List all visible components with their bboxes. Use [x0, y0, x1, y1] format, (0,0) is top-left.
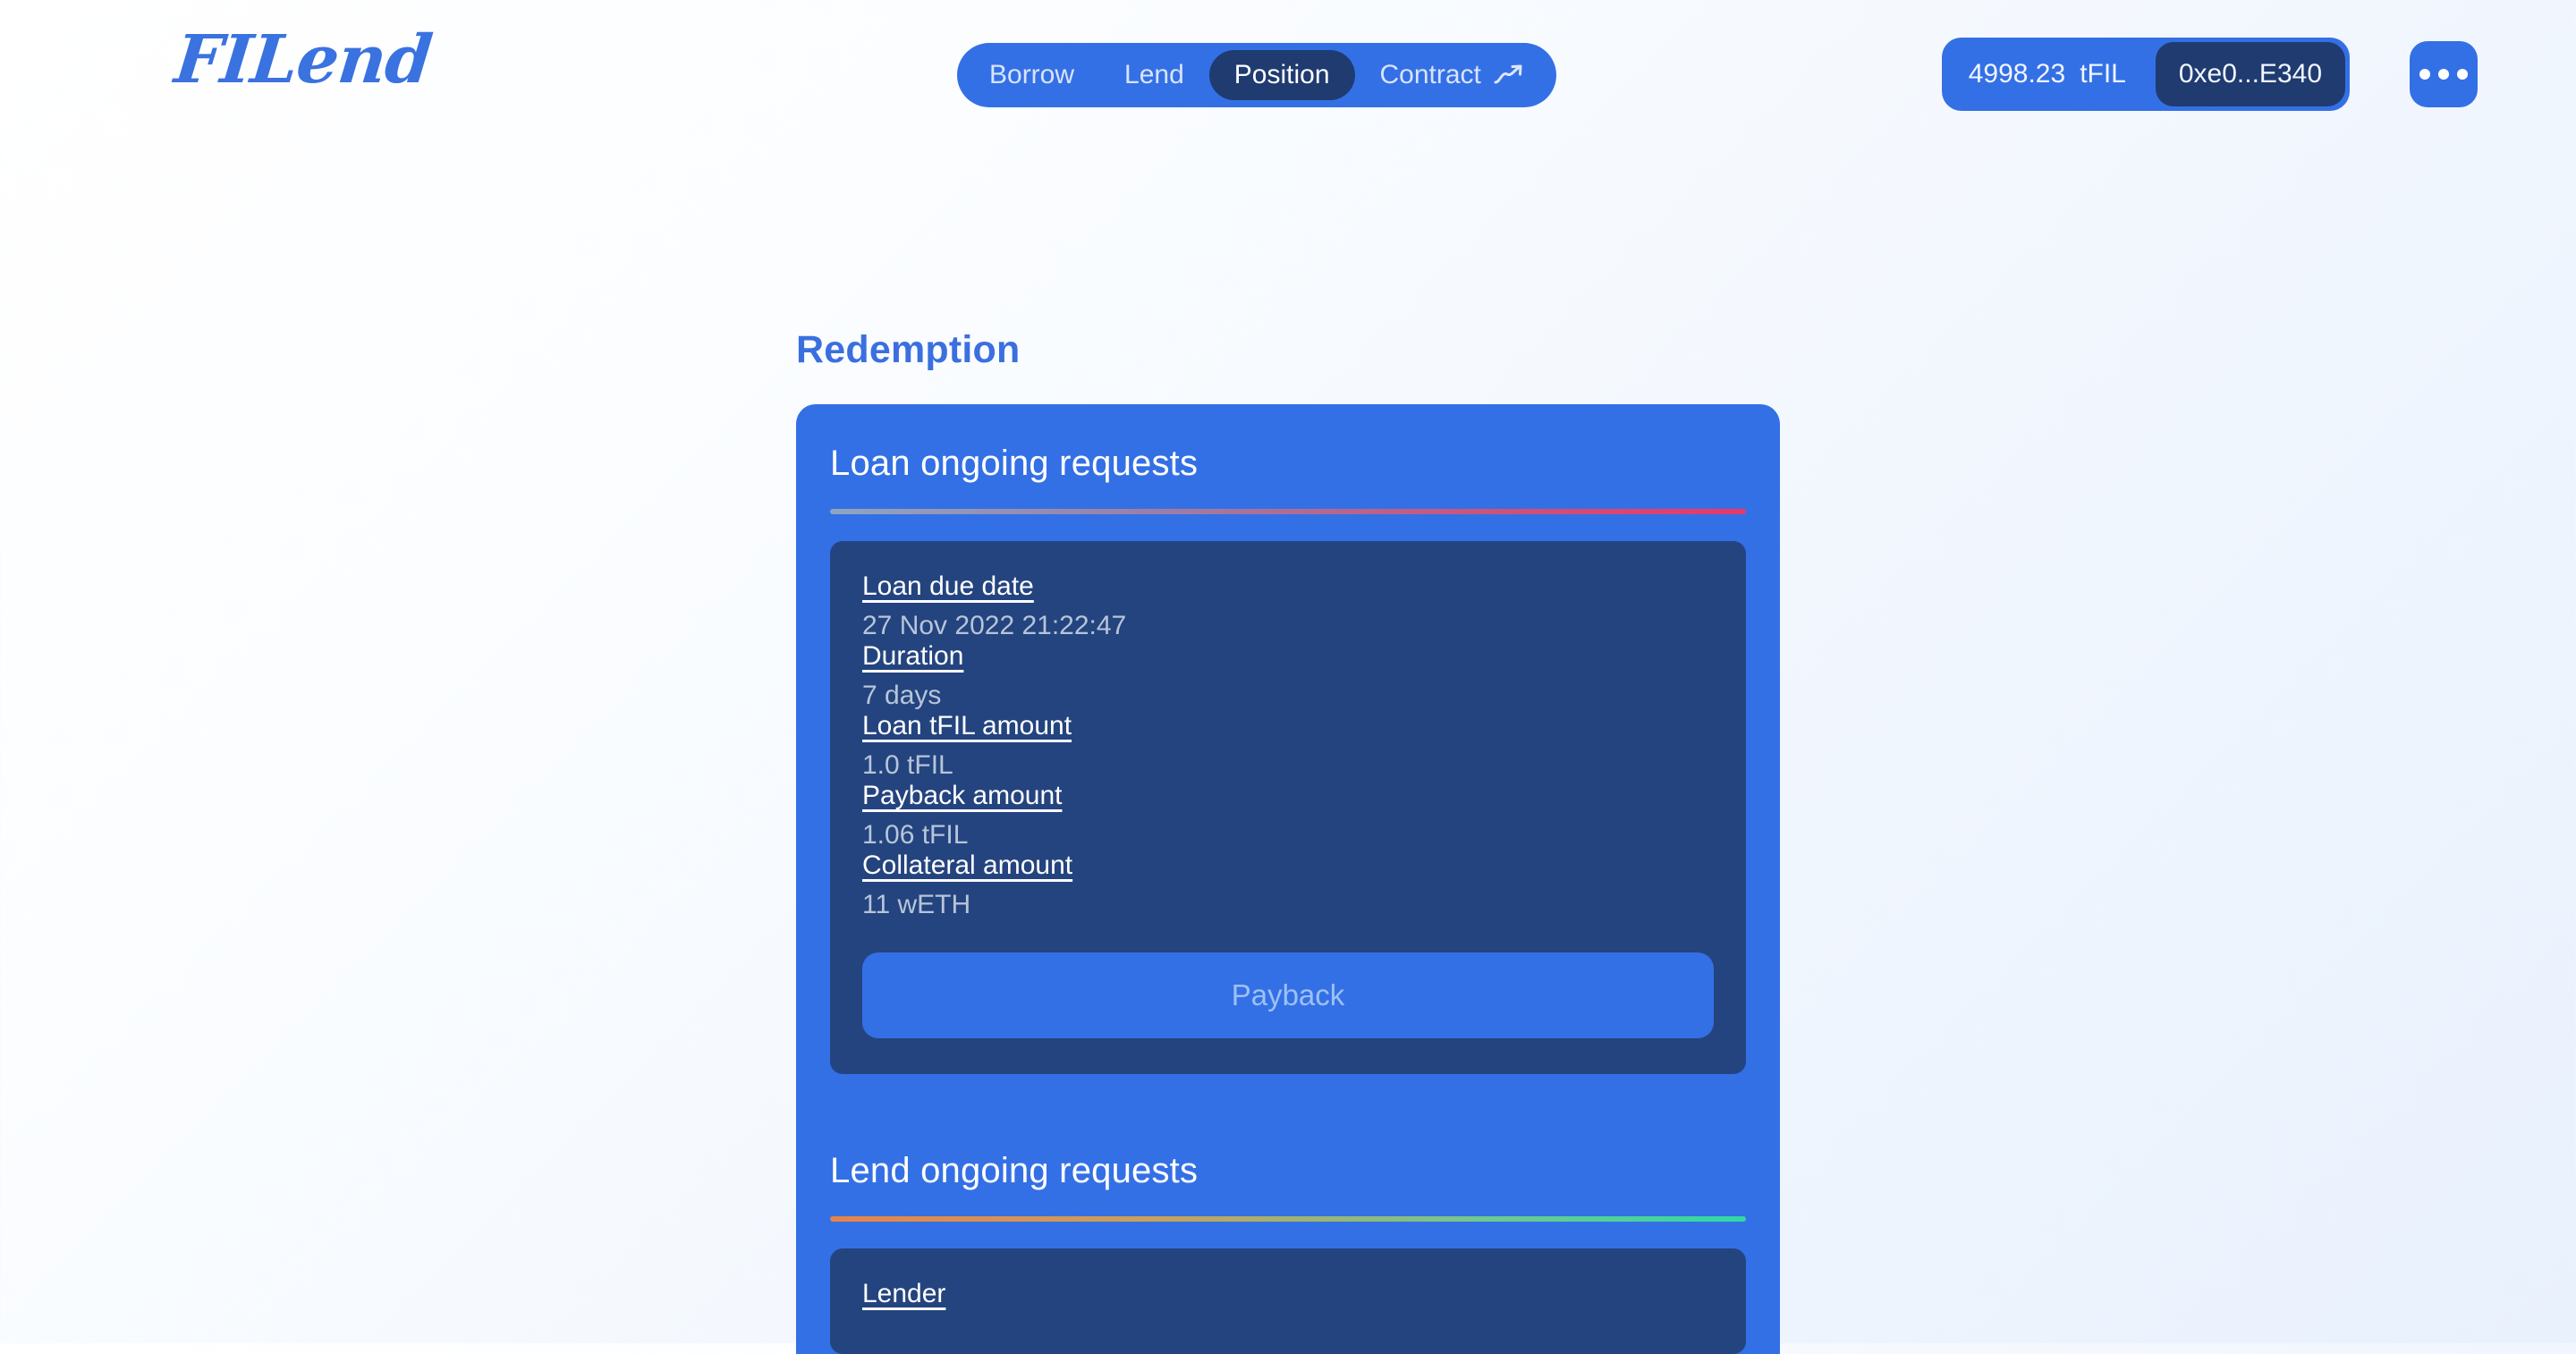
main-navigation: Borrow Lend Position Contract — [957, 43, 1556, 107]
lend-section-title: Lend ongoing requests — [830, 1151, 1199, 1190]
loan-detail-row: Collateral amount 11 wETH — [862, 850, 1714, 920]
brand-logo[interactable]: FILend — [171, 21, 435, 98]
app-header: FILend Borrow Lend Position Contract 499… — [0, 0, 2576, 143]
row-label: Collateral amount — [862, 850, 1073, 880]
loan-detail-panel: Loan due date 27 Nov 2022 21:22:47 Durat… — [830, 541, 1746, 1074]
nav-item-contract[interactable]: Contract — [1355, 50, 1549, 100]
row-value: 27 Nov 2022 21:22:47 — [862, 611, 1127, 640]
lend-section-divider — [830, 1216, 1746, 1222]
loan-section: Loan ongoing requests Loan due date 27 N… — [830, 404, 1746, 1074]
more-options-button[interactable] — [2410, 41, 2478, 107]
page-title: Redemption — [796, 328, 1021, 371]
row-value: 1.06 tFIL — [862, 820, 969, 850]
row-label: Loan due date — [862, 571, 1034, 601]
row-label: Payback amount — [862, 781, 1063, 810]
redemption-card: Loan ongoing requests Loan due date 27 N… — [796, 404, 1780, 1354]
lend-section: Lend ongoing requests Lender — [830, 1112, 1746, 1354]
wallet-address-pill[interactable]: 0xe0...E340 — [2155, 42, 2345, 106]
loan-section-divider — [830, 509, 1746, 514]
nav-item-borrow[interactable]: Borrow — [964, 50, 1099, 100]
dot-icon — [2457, 69, 2468, 80]
wallet-balance: 4998.23 tFIL — [1969, 59, 2151, 89]
row-label: Loan tFIL amount — [862, 711, 1072, 740]
loan-detail-row: Payback amount 1.06 tFIL — [862, 781, 1714, 850]
nav-item-label: Position — [1233, 60, 1330, 89]
payback-button[interactable]: Payback — [862, 952, 1714, 1038]
loan-section-title: Loan ongoing requests — [830, 444, 1199, 483]
nav-item-label: Borrow — [989, 60, 1075, 89]
dot-icon — [2419, 69, 2430, 80]
loan-detail-row: Duration 7 days — [862, 641, 1714, 711]
lend-detail-panel: Lender — [830, 1248, 1746, 1354]
row-value: 7 days — [862, 681, 942, 710]
nav-item-label: Lend — [1124, 60, 1184, 89]
dot-icon — [2438, 69, 2449, 80]
nav-item-position[interactable]: Position — [1208, 50, 1355, 100]
lend-detail-row: Lender — [862, 1279, 1714, 1318]
wallet-balance-amount: 4998.23 — [1968, 59, 2066, 89]
nav-item-lend[interactable]: Lend — [1099, 50, 1209, 100]
row-value: 11 wETH — [862, 890, 971, 919]
row-value: 1.0 tFIL — [862, 750, 953, 780]
trending-up-icon — [1494, 63, 1524, 87]
row-label: Lender — [862, 1279, 946, 1308]
row-label: Duration — [862, 641, 964, 671]
nav-item-label: Contract — [1379, 60, 1481, 89]
loan-detail-row: Loan due date 27 Nov 2022 21:22:47 — [862, 571, 1714, 641]
wallet-widget[interactable]: 4998.23 tFIL 0xe0...E340 — [1941, 38, 2350, 111]
wallet-balance-symbol: tFIL — [2080, 59, 2126, 89]
loan-detail-row: Loan tFIL amount 1.0 tFIL — [862, 711, 1714, 781]
